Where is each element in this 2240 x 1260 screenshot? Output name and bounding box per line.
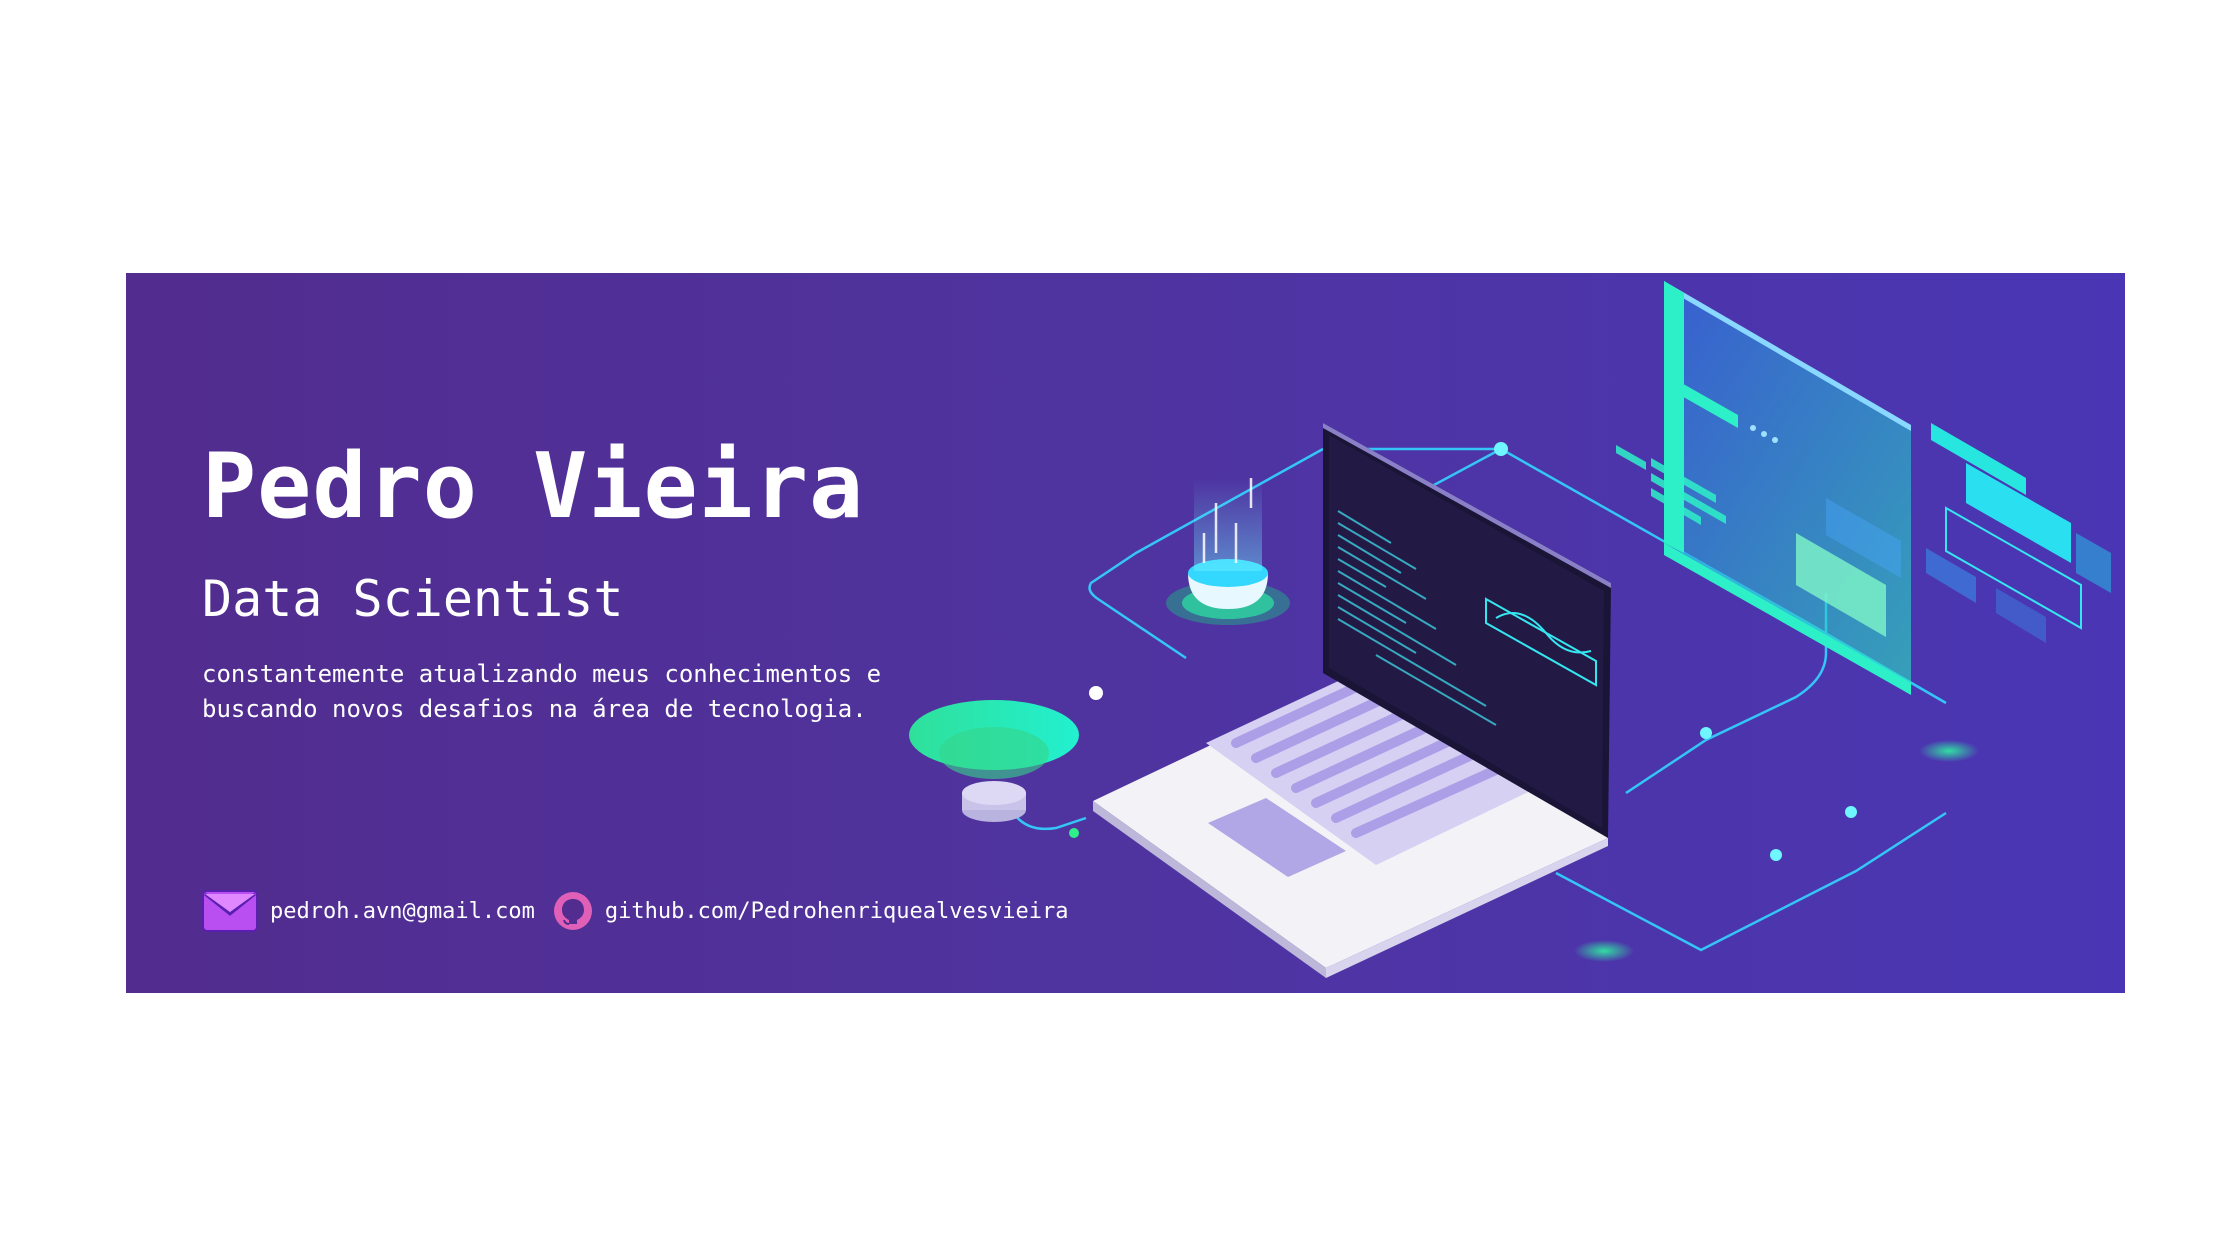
profile-banner: Pedro Vieira Data Scientist constantemen… bbox=[126, 273, 2125, 993]
email-text: pedroh.avn@gmail.com bbox=[270, 898, 535, 924]
profile-name: Pedro Vieira bbox=[202, 434, 865, 539]
github-text: github.com/Pedrohenriquealvesvieira bbox=[604, 898, 1069, 924]
profile-description: constantemente atualizando meus conhecim… bbox=[202, 660, 882, 723]
contact-links: pedroh.avn@gmail.com github.com/Pedrohen… bbox=[202, 890, 1087, 932]
email-link[interactable]: pedroh.avn@gmail.com bbox=[202, 890, 535, 932]
profile-title: Data Scientist bbox=[202, 570, 624, 628]
envelope-icon bbox=[202, 890, 258, 932]
github-icon bbox=[553, 891, 593, 931]
github-link[interactable]: github.com/Pedrohenriquealvesvieira bbox=[553, 891, 1069, 931]
profile-text: Pedro Vieira Data Scientist constantemen… bbox=[202, 437, 882, 727]
